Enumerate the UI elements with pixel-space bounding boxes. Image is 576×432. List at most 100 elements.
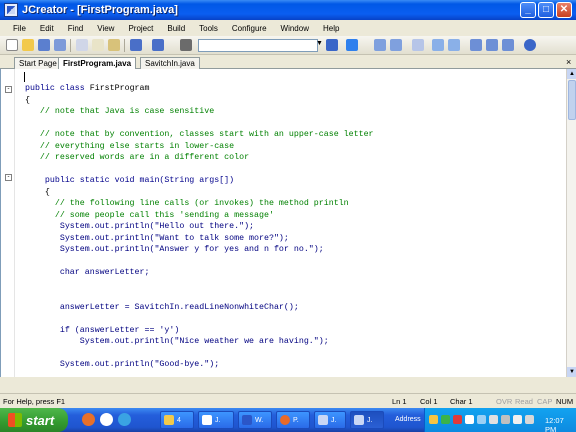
- browser-icon[interactable]: [118, 413, 131, 426]
- volume-icon[interactable]: [525, 415, 534, 424]
- tile-icon[interactable]: [502, 39, 514, 51]
- network-icon[interactable]: [489, 415, 498, 424]
- wand-icon[interactable]: [412, 39, 424, 51]
- tab-savitchin[interactable]: SavitchIn.java: [140, 57, 200, 69]
- editor-bottom-panel: [0, 377, 576, 393]
- code-line: System.out.println("Hello out there.");: [25, 222, 255, 231]
- close-tab-icon[interactable]: ×: [566, 57, 571, 67]
- browser-icon[interactable]: [100, 413, 113, 426]
- forward-arrow-icon[interactable]: [448, 39, 460, 51]
- help-icon[interactable]: [524, 39, 536, 51]
- taskbar-item-label: P.: [293, 416, 299, 424]
- firefox-icon[interactable]: [82, 413, 95, 426]
- scrollbar-thumb[interactable]: [568, 80, 576, 120]
- menu-window[interactable]: Window: [274, 24, 316, 33]
- code-line: // reserved words are in a different col…: [25, 153, 250, 162]
- code-line: answerLetter = SavitchIn.readLineNonwhit…: [25, 302, 299, 312]
- fold-collapse-icon[interactable]: -: [5, 174, 12, 181]
- fold-collapse-icon[interactable]: -: [5, 86, 12, 93]
- menu-tools[interactable]: Tools: [192, 24, 225, 33]
- window-title: JCreator - [FirstProgram.java]: [22, 4, 178, 16]
- code-line: System.out.println("Nice weather we are …: [25, 337, 329, 346]
- tray-icon[interactable]: [453, 415, 462, 424]
- code-line: {: [25, 187, 50, 197]
- code-line: // everything else starts in lower-case: [25, 141, 235, 151]
- cascade-icon[interactable]: [486, 39, 498, 51]
- taskbar-item-word[interactable]: W.: [238, 411, 272, 429]
- paste-icon[interactable]: [108, 39, 120, 51]
- jcreator-icon: [354, 415, 364, 425]
- taskbar-item-label: 4: [177, 416, 181, 424]
- window-icon[interactable]: [470, 39, 482, 51]
- code-line: System.out.println("Want to talk some mo…: [25, 233, 289, 243]
- taskbar-item-firefox[interactable]: P.: [276, 411, 310, 429]
- jcreator-app-icon[interactable]: [4, 3, 18, 17]
- toolbar: ▼: [0, 36, 576, 55]
- maximize-button[interactable]: □: [538, 2, 554, 18]
- menu-project[interactable]: Project: [121, 24, 160, 33]
- firefox-icon: [280, 415, 290, 425]
- taskbar-item-label: J.: [215, 416, 221, 424]
- tray-icon[interactable]: [441, 415, 450, 424]
- chevron-down-icon[interactable]: ▼: [316, 40, 323, 47]
- address-toolbar-label[interactable]: Address: [395, 416, 421, 423]
- code-line: public static void main(String args[]): [25, 176, 235, 185]
- scroll-down-arrow-icon[interactable]: ▼: [567, 367, 576, 377]
- minimize-button[interactable]: _: [520, 2, 536, 18]
- execute-project-icon[interactable]: [390, 39, 402, 51]
- tray-icon[interactable]: [465, 415, 474, 424]
- tray-icon[interactable]: [477, 415, 486, 424]
- copy-icon[interactable]: [92, 39, 104, 51]
- taskbar-item-folders[interactable]: 4: [160, 411, 194, 429]
- save-all-icon[interactable]: [54, 39, 66, 51]
- status-ovr: OVR: [496, 397, 513, 406]
- code-line: public class FirstProgram: [25, 84, 150, 93]
- menu-view[interactable]: View: [90, 24, 121, 33]
- taskbar-item-document[interactable]: J.: [198, 411, 234, 429]
- taskbar-item-label: W.: [255, 416, 264, 424]
- menu-file[interactable]: File: [6, 24, 33, 33]
- taskbar-item-jcreator-active[interactable]: J.: [350, 411, 384, 429]
- status-line: Ln 1: [392, 397, 407, 406]
- menu-help[interactable]: Help: [316, 24, 346, 33]
- find-combo-input[interactable]: [198, 39, 318, 52]
- run-icon[interactable]: [346, 39, 358, 51]
- code-line: System.out.println("Answer y for yes and…: [25, 245, 324, 254]
- tray-icon[interactable]: [429, 415, 438, 424]
- menu-find[interactable]: Find: [61, 24, 91, 33]
- editor-gutter: - -: [1, 69, 15, 377]
- toolbar-separator: [70, 39, 71, 52]
- save-icon[interactable]: [38, 39, 50, 51]
- menu-configure[interactable]: Configure: [225, 24, 274, 33]
- redo-icon[interactable]: [152, 39, 164, 51]
- build-project-icon[interactable]: [374, 39, 386, 51]
- close-button[interactable]: ✕: [556, 2, 572, 18]
- status-help-text: For Help, press F1: [3, 397, 66, 406]
- binoculars-find-icon[interactable]: [180, 39, 192, 51]
- system-tray: 12:07 PM: [424, 408, 576, 432]
- text-cursor: [24, 72, 25, 82]
- menu-build[interactable]: Build: [160, 24, 192, 33]
- menu-edit[interactable]: Edit: [33, 24, 61, 33]
- code-line: // note that Java is case sensitive: [25, 107, 215, 116]
- open-folder-icon[interactable]: [22, 39, 34, 51]
- compile-icon[interactable]: [326, 39, 338, 51]
- scroll-up-arrow-icon[interactable]: ▲: [567, 69, 576, 79]
- vertical-scrollbar[interactable]: ▲ ▼: [566, 69, 576, 377]
- taskbar-item-jcreator[interactable]: J.: [314, 411, 346, 429]
- status-read: Read: [515, 397, 533, 406]
- title-bar: JCreator - [FirstProgram.java] _ □ ✕: [0, 0, 576, 20]
- cut-icon[interactable]: [76, 39, 88, 51]
- tab-start-page[interactable]: Start Page: [14, 57, 62, 69]
- shield-icon[interactable]: [513, 415, 522, 424]
- new-file-icon[interactable]: [6, 39, 18, 51]
- code-line: // the following line calls (or invokes)…: [25, 199, 349, 208]
- status-cap: CAP: [537, 397, 553, 406]
- code-editor[interactable]: - - public class FirstProgram { // note …: [0, 69, 576, 377]
- undo-icon[interactable]: [130, 39, 142, 51]
- start-button[interactable]: start: [0, 408, 68, 432]
- code-line: // some people call this 'sending a mess…: [25, 210, 274, 220]
- tray-icon[interactable]: [501, 415, 510, 424]
- folder-icon: [164, 415, 174, 425]
- back-arrow-icon[interactable]: [432, 39, 444, 51]
